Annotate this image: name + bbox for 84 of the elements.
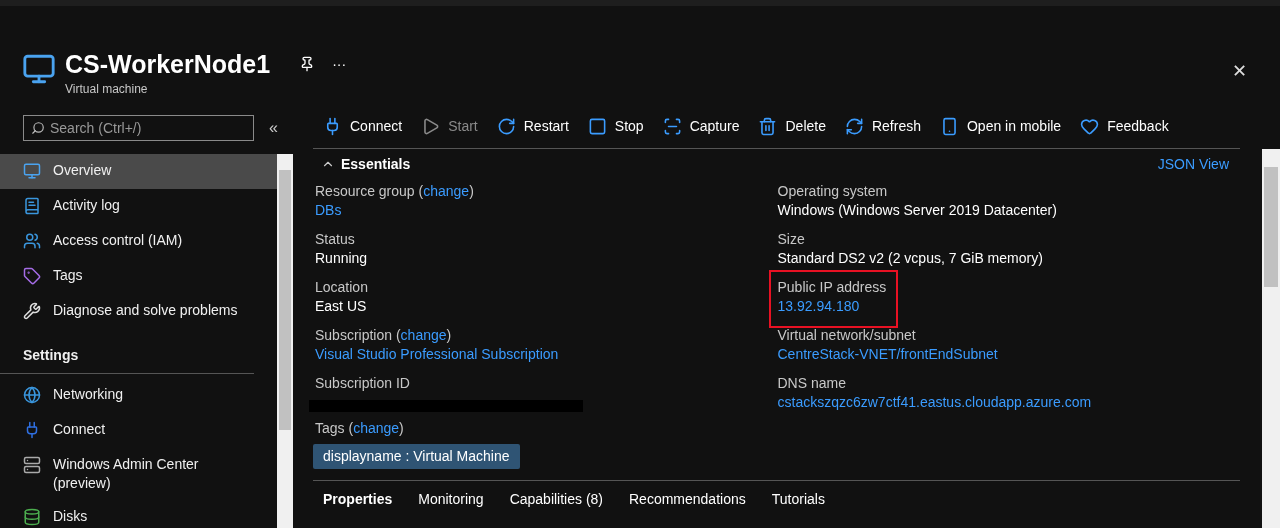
- field-label: Virtual network/subnet: [777, 327, 916, 343]
- close-button[interactable]: ✕: [1232, 58, 1247, 85]
- field-label: Public IP address: [777, 279, 887, 295]
- heart-icon: [1080, 117, 1100, 136]
- nav-item[interactable]: Activity log: [0, 189, 277, 224]
- field-label: DNS name: [777, 375, 846, 391]
- search-field[interactable]: Search (Ctrl+/): [23, 114, 254, 141]
- square-icon: [587, 117, 607, 136]
- tab[interactable]: Tutorials: [771, 490, 825, 508]
- book-icon: [23, 197, 41, 215]
- nav-item[interactable]: Overview: [0, 154, 277, 189]
- nav-item[interactable]: Networking: [0, 378, 277, 413]
- monitor-icon: [23, 162, 41, 180]
- toolbar-button[interactable]: Stop: [587, 116, 644, 137]
- toolbar-button[interactable]: Restart: [496, 116, 569, 137]
- field-link[interactable]: 13.92.94.180: [777, 297, 860, 316]
- more-button[interactable]: ···: [332, 53, 347, 75]
- tag-chip: displayname : Virtual Machine: [313, 444, 520, 469]
- field-value: Standard DS2 v2 (2 vcpus, 7 GiB memory): [777, 249, 1043, 268]
- wrench-icon: [23, 302, 41, 320]
- users-icon: [23, 232, 41, 250]
- toolbar-button[interactable]: Open in mobile: [940, 116, 1062, 137]
- collapse-button[interactable]: «: [269, 115, 278, 140]
- tab[interactable]: Recommendations: [629, 490, 746, 508]
- toolbar-button[interactable]: Feedback: [1080, 116, 1169, 137]
- field-value: Windows (Windows Server 2019 Datacenter): [777, 201, 1057, 220]
- search-icon: [31, 120, 45, 135]
- field-link[interactable]: CentreStack-VNET/frontEndSubnet: [777, 345, 998, 364]
- toolbar-button[interactable]: Refresh: [844, 116, 921, 137]
- nav-item[interactable]: Tags: [0, 259, 277, 294]
- field-label: Tags (change): [315, 420, 404, 436]
- change-link[interactable]: change: [400, 327, 447, 343]
- scrollbar[interactable]: [1262, 149, 1280, 528]
- tab[interactable]: Capabilities (8): [509, 490, 603, 508]
- essentials-toggle[interactable]: Essentials: [321, 153, 411, 175]
- nav-item[interactable]: Diagnose and solve problems: [0, 294, 277, 329]
- nav-item[interactable]: Disks: [0, 500, 277, 528]
- field-label: Status: [315, 231, 355, 247]
- field-label: Subscription ID: [315, 375, 410, 391]
- change-link[interactable]: change: [353, 420, 400, 436]
- field-link[interactable]: Visual Studio Professional Subscription: [315, 345, 559, 364]
- play-icon: [421, 117, 441, 136]
- nav-label: Windows Admin Center (preview): [53, 455, 200, 493]
- page-subtitle: Virtual machine: [65, 81, 149, 98]
- rotate-icon: [496, 117, 516, 136]
- field-value: Running: [315, 249, 368, 268]
- field-label: Resource group (change): [315, 183, 474, 199]
- page-title: CS-WorkerNode1: [65, 49, 271, 80]
- json-view-link[interactable]: JSON View: [1157, 153, 1229, 175]
- nav-label: Activity log: [53, 196, 120, 215]
- field-label: Size: [777, 231, 805, 247]
- nav-item[interactable]: Access control (IAM): [0, 224, 277, 259]
- section-heading: Settings: [23, 347, 79, 363]
- nav-item[interactable]: Windows Admin Center (preview): [0, 448, 277, 500]
- nav-label: Overview: [53, 161, 112, 180]
- nav-label: Diagnose and solve problems: [53, 301, 238, 320]
- nav-item[interactable]: Connect: [0, 413, 277, 448]
- field-link[interactable]: DBs: [315, 201, 342, 220]
- server-icon: [23, 456, 41, 474]
- database-icon: [23, 508, 41, 526]
- field-label: Subscription (change): [315, 327, 452, 343]
- toolbar-button[interactable]: Connect: [323, 116, 403, 137]
- globe-icon: [23, 386, 41, 404]
- nav-label: Connect: [53, 420, 106, 439]
- field-label: Location: [315, 279, 368, 295]
- tab[interactable]: Properties: [323, 490, 393, 508]
- field-label: Operating system: [777, 183, 888, 199]
- scan-icon: [662, 117, 682, 136]
- toolbar-button[interactable]: Capture: [662, 116, 740, 137]
- tag-icon: [23, 267, 41, 285]
- nav-label: Networking: [53, 385, 124, 404]
- trash-icon: [758, 117, 778, 136]
- monitor-icon: [22, 52, 56, 86]
- scrollbar[interactable]: [277, 154, 293, 528]
- nav-label: Tags: [53, 266, 83, 285]
- field-value: East US: [315, 297, 367, 316]
- change-link[interactable]: change: [423, 183, 470, 199]
- toolbar-button[interactable]: Delete: [758, 116, 826, 137]
- refresh-icon: [844, 117, 864, 136]
- nav-label: Access control (IAM): [53, 231, 183, 250]
- phone-icon: [940, 117, 959, 136]
- field-link[interactable]: cstackszqzc6zw7ctf41.eastus.cloudapp.azure.com: [777, 393, 1092, 412]
- nav-label: Disks: [53, 507, 88, 526]
- tab[interactable]: Monitoring: [418, 490, 484, 508]
